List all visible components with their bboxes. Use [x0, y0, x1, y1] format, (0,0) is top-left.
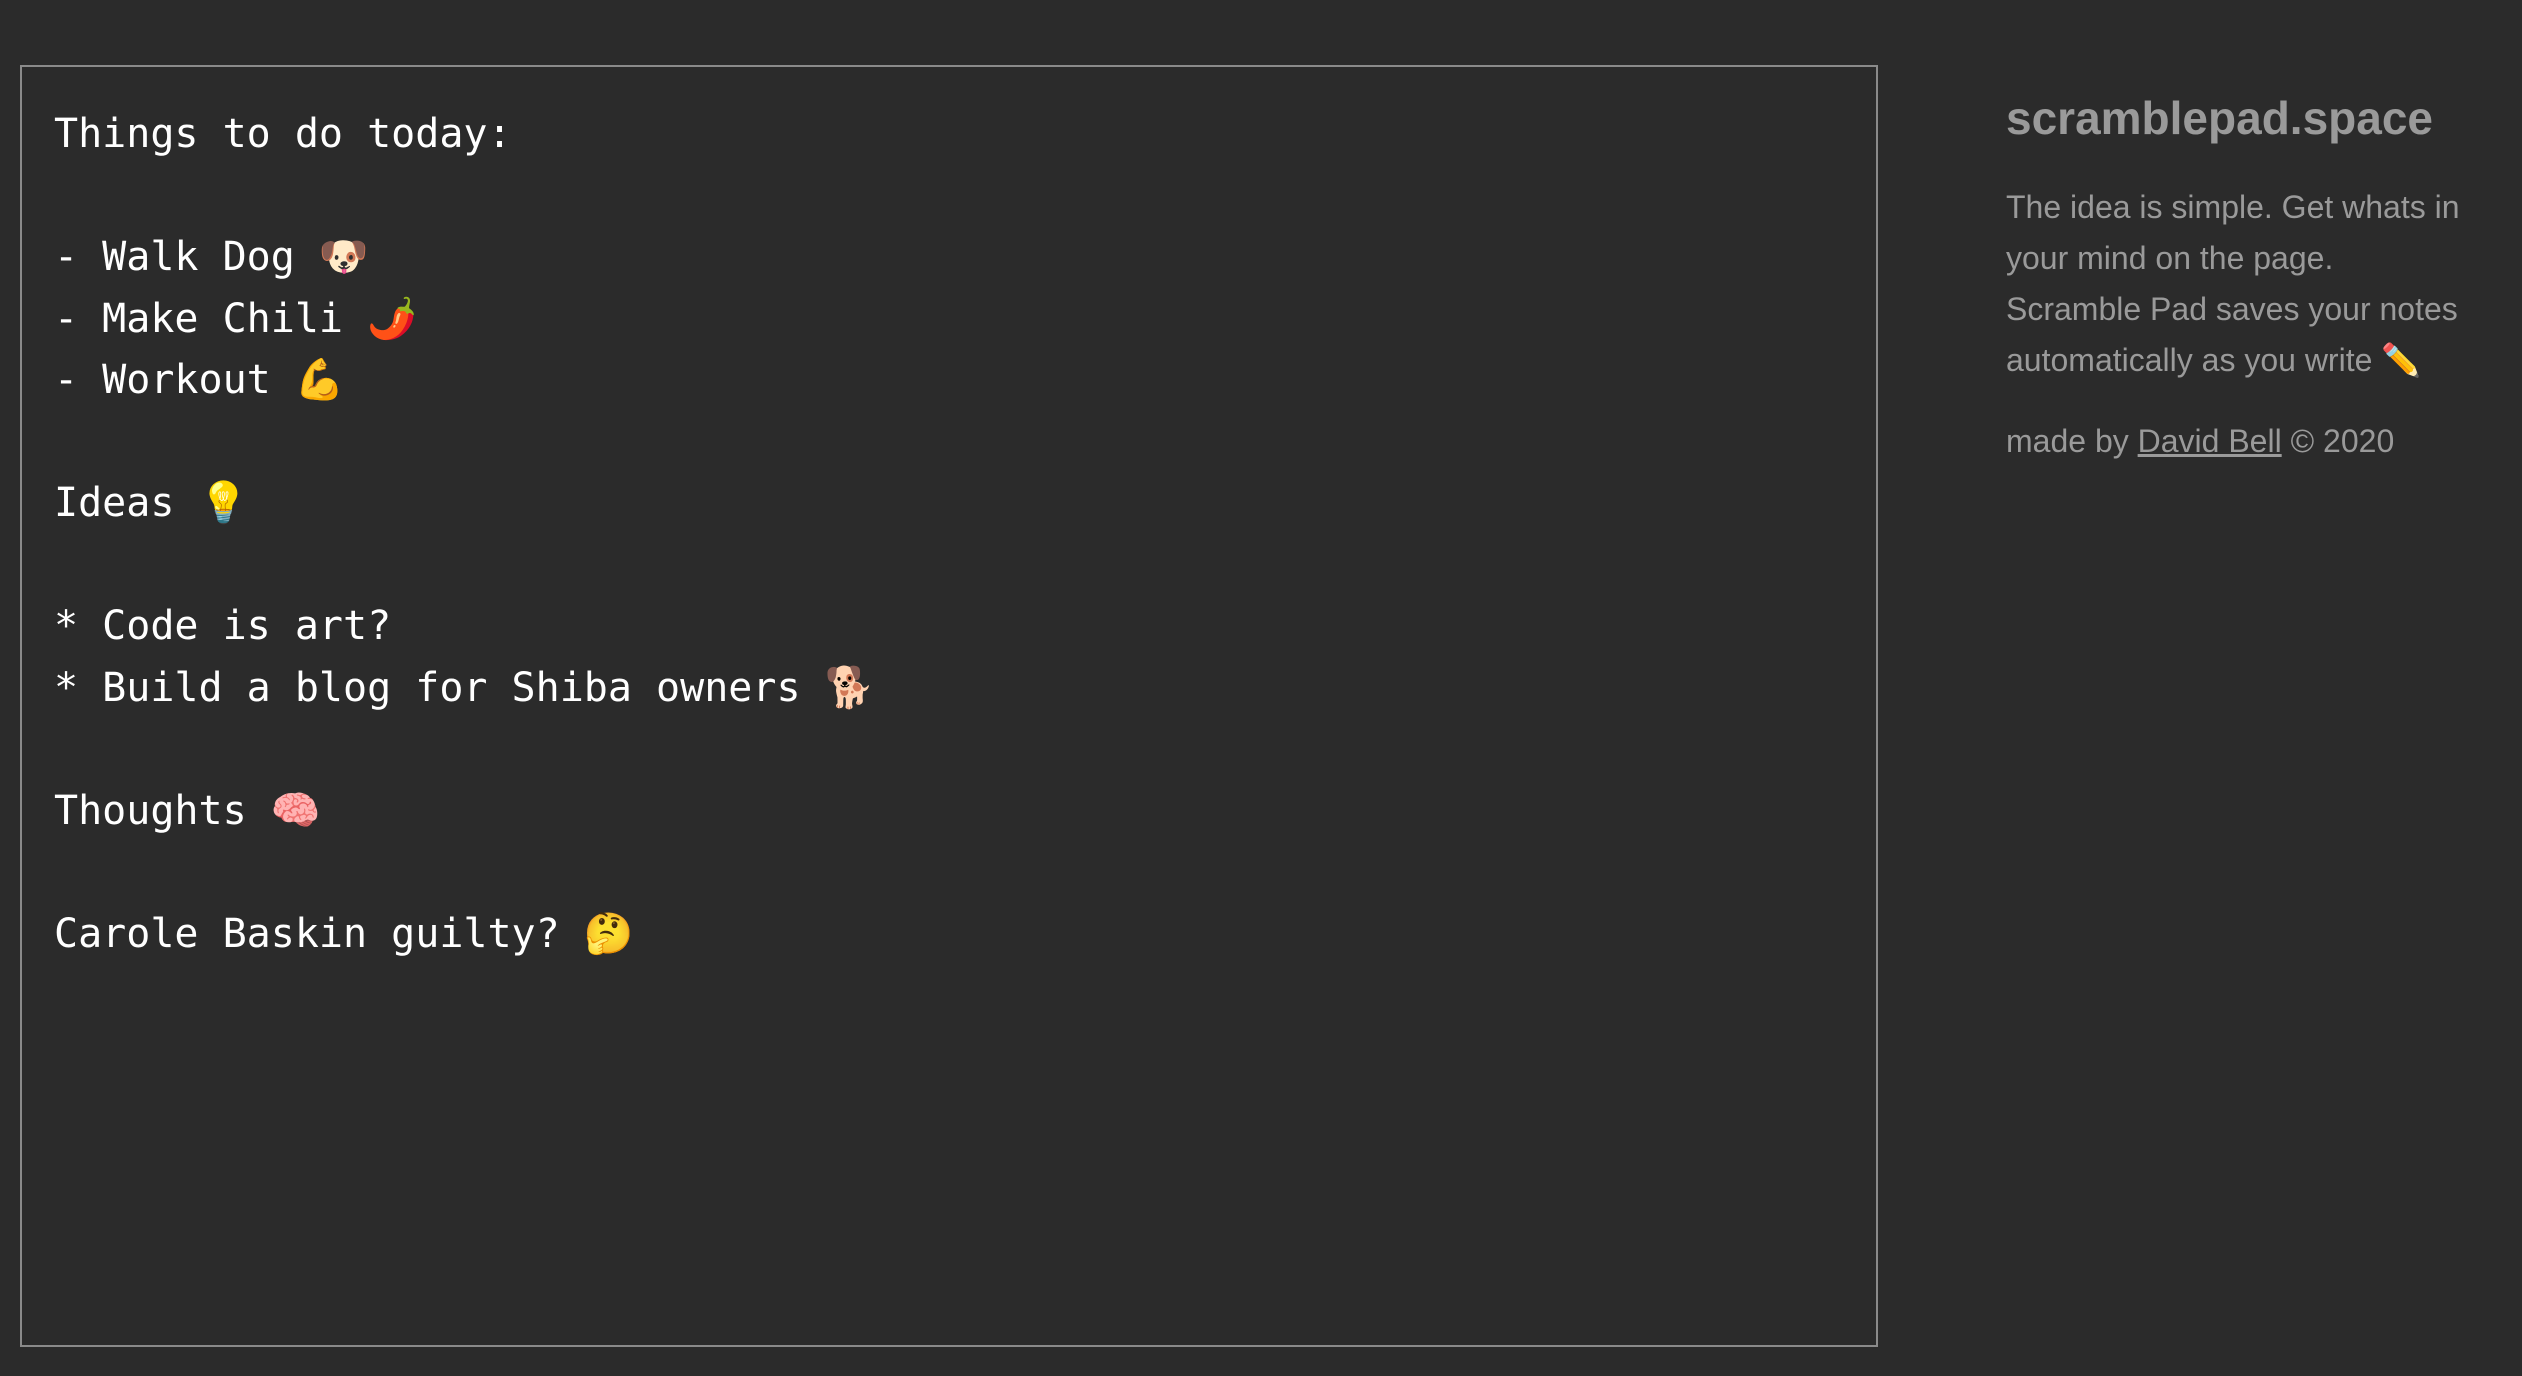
credit-prefix: made by [2006, 423, 2138, 459]
author-link[interactable]: David Bell [2138, 423, 2282, 459]
notes-editor[interactable]: Things to do today: - Walk Dog 🐶 - Make … [20, 65, 1878, 1347]
credit-suffix: © 2020 [2281, 423, 2395, 459]
sidebar: scramblepad.space The idea is simple. Ge… [2006, 80, 2476, 467]
site-description: The idea is simple. Get whats in your mi… [2006, 189, 2460, 378]
credits: made by David Bell © 2020 [2006, 416, 2476, 467]
page: Things to do today: - Walk Dog 🐶 - Make … [0, 0, 2522, 1376]
site-title: scramblepad.space [2006, 92, 2434, 144]
